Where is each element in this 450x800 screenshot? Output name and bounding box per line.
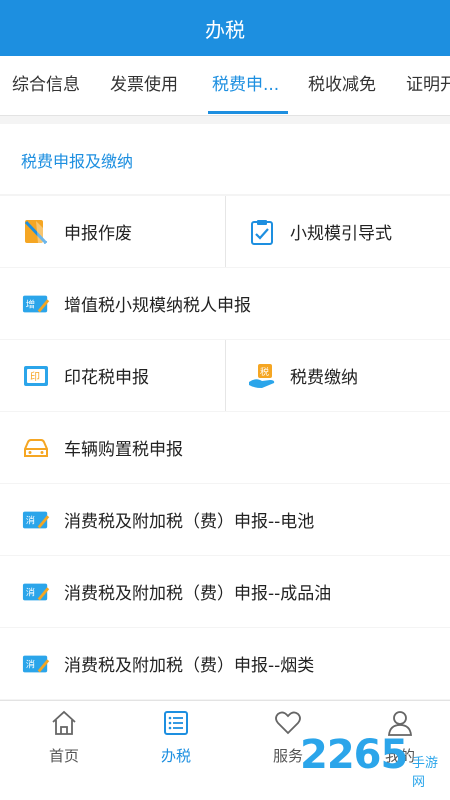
vat-ticket-icon: 增 bbox=[22, 290, 50, 318]
menu-item-vat-small-scale[interactable]: 增 增值税小规模纳税人申报 bbox=[22, 268, 251, 339]
car-icon bbox=[22, 434, 50, 462]
nav-tax[interactable]: 办税 bbox=[120, 701, 232, 781]
svg-text:消: 消 bbox=[26, 586, 35, 598]
menu-item-label: 消费税及附加税（费）申报--电池 bbox=[64, 512, 315, 532]
menu-row: 消 消费税及附加税（费）申报--成品油 bbox=[0, 556, 450, 627]
svg-text:印: 印 bbox=[30, 371, 40, 383]
section-title: 税费申报及缴纳 bbox=[21, 152, 134, 171]
menu-row: 消 消费税及附加税（费）申报--烟类 bbox=[0, 628, 450, 699]
app-header: 办税 bbox=[0, 0, 450, 56]
nav-label: 首页 bbox=[48, 747, 79, 765]
menu-row: 消 消费税及附加税（费）申报--电池 bbox=[0, 484, 450, 555]
menu-row: 印 印花税申报 税 税费缴纳 bbox=[0, 340, 450, 411]
menu-item-label: 消费税及附加税（费）申报--成品油 bbox=[64, 584, 332, 604]
consumption-tax-icon: 消 bbox=[22, 650, 50, 678]
tab-certificate[interactable]: 证明开 bbox=[406, 56, 450, 115]
menu-item-label: 税费缴纳 bbox=[290, 368, 358, 388]
home-icon bbox=[50, 709, 78, 737]
consumption-tax-icon: 消 bbox=[22, 578, 50, 606]
svg-text:消: 消 bbox=[26, 658, 35, 670]
active-tab-indicator bbox=[208, 111, 288, 114]
nav-label: 办税 bbox=[160, 747, 191, 765]
menu-item-label: 小规模引导式 bbox=[290, 224, 392, 244]
menu-item-vehicle-tax[interactable]: 车辆购置税申报 bbox=[22, 412, 183, 483]
menu-item-consumption-tax-oil[interactable]: 消 消费税及附加税（费）申报--成品油 bbox=[22, 556, 331, 627]
page-title: 办税 bbox=[205, 17, 245, 42]
nav-home[interactable]: 首页 bbox=[8, 701, 120, 781]
menu-item-label: 申报作废 bbox=[64, 224, 132, 244]
menu-row: 增 增值税小规模纳税人申报 bbox=[0, 268, 450, 339]
menu-item-stamp-tax[interactable]: 印 印花税申报 bbox=[22, 340, 149, 411]
category-tabs: 综合信息 发票使用 税费申... 税收减免 证明开 bbox=[0, 56, 450, 116]
menu-row: 申报作废 小规模引导式 bbox=[0, 196, 450, 267]
menu-item-tax-payment[interactable]: 税 税费缴纳 bbox=[248, 340, 358, 411]
menu-item-label: 增值税小规模纳税人申报 bbox=[64, 296, 251, 316]
list-icon bbox=[162, 709, 190, 737]
tab-general-info[interactable]: 综合信息 bbox=[12, 56, 80, 115]
hand-payment-icon: 税 bbox=[248, 362, 276, 390]
svg-text:增: 增 bbox=[26, 298, 35, 310]
menu-item-consumption-tax-battery[interactable]: 消 消费税及附加税（费）申报--电池 bbox=[22, 484, 314, 555]
menu-row: 车辆购置税申报 bbox=[0, 412, 450, 483]
divider bbox=[225, 196, 226, 267]
stamp-icon: 印 bbox=[22, 362, 50, 390]
svg-text:税: 税 bbox=[260, 366, 269, 378]
tab-tax-declaration[interactable]: 税费申... bbox=[212, 56, 279, 115]
watermark-text: 手游网 bbox=[412, 756, 439, 790]
clipboard-check-icon bbox=[248, 218, 276, 246]
menu-item-label: 车辆购置税申报 bbox=[64, 440, 183, 460]
menu-item-label: 消费税及附加税（费）申报--烟类 bbox=[64, 656, 315, 676]
void-declaration-icon bbox=[22, 218, 50, 246]
menu-item-label: 印花税申报 bbox=[64, 368, 149, 388]
menu-item-consumption-tax-tobacco[interactable]: 消 消费税及附加税（费）申报--烟类 bbox=[22, 628, 314, 699]
section-header: 税费申报及缴纳 bbox=[0, 124, 450, 194]
divider bbox=[225, 340, 226, 411]
menu-item-void-declaration[interactable]: 申报作废 bbox=[22, 196, 132, 267]
svg-text:消: 消 bbox=[26, 514, 35, 526]
menu-item-small-scale-guide[interactable]: 小规模引导式 bbox=[248, 196, 392, 267]
heart-icon bbox=[274, 709, 302, 737]
consumption-tax-icon: 消 bbox=[22, 506, 50, 534]
tab-invoice-use[interactable]: 发票使用 bbox=[110, 56, 178, 115]
tab-tax-reduction[interactable]: 税收减免 bbox=[308, 56, 376, 115]
watermark-logo: 2265 手游网 bbox=[300, 732, 448, 792]
watermark-number: 2265 bbox=[300, 732, 408, 778]
